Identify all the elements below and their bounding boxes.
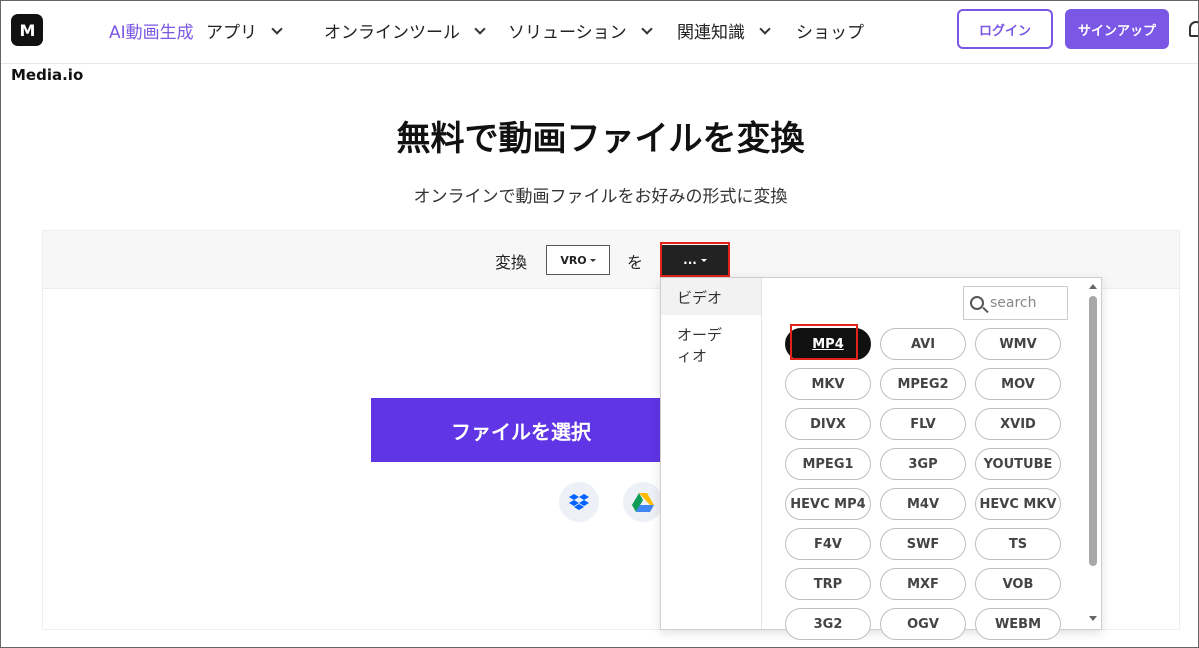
category-video[interactable]: ビデオ xyxy=(661,278,761,315)
signup-button[interactable]: サインアップ xyxy=(1065,9,1169,49)
media-io-logo[interactable]: M xyxy=(11,14,43,46)
to-label: を xyxy=(627,253,644,272)
format-option-3gp[interactable]: 3GP xyxy=(880,448,966,480)
search-icon xyxy=(970,296,984,310)
format-option-swf[interactable]: SWF xyxy=(880,528,966,560)
format-option-avi[interactable]: AVI xyxy=(880,328,966,360)
page-subtitle: オンラインで動画ファイルをお好みの形式に変換 xyxy=(413,187,788,207)
format-option-vob[interactable]: VOB xyxy=(975,568,1061,600)
chevron-down-icon xyxy=(474,22,486,35)
format-option-3g2[interactable]: 3G2 xyxy=(785,608,871,640)
category-list: ビデオ オーディオ xyxy=(661,278,762,629)
format-option-divx[interactable]: DIVX xyxy=(785,408,871,440)
format-option-xvid[interactable]: XVID xyxy=(975,408,1061,440)
format-option-mov[interactable]: MOV xyxy=(975,368,1061,400)
search-placeholder: search xyxy=(990,295,1037,311)
format-option-f4v[interactable]: F4V xyxy=(785,528,871,560)
format-option-mpeg1[interactable]: MPEG1 xyxy=(785,448,871,480)
scroll-down-arrow-icon[interactable] xyxy=(1089,616,1097,621)
format-option-flv[interactable]: FLV xyxy=(880,408,966,440)
format-grid: MP4 AVI WMV MKV MPEG2 MOV DIVX FLV XVID MPEG1 3GP Y… xyxy=(785,328,1061,640)
nav-item-apps[interactable]: アプリ xyxy=(206,18,283,43)
nav-item-label: ソリューション xyxy=(508,23,627,43)
nav-item-label: AI動画生成 xyxy=(109,23,194,43)
format-option-hevc-mkv[interactable]: HEVC MKV xyxy=(975,488,1061,520)
nav-item-knowledge[interactable]: 関連知識 xyxy=(677,18,771,43)
format-option-ts[interactable]: TS xyxy=(975,528,1061,560)
page-frame: M AI動画生成 アプリ オンラインツール ソリューション 関連知識 ショップ … xyxy=(0,0,1199,648)
choose-file-button[interactable]: ファイルを選択 xyxy=(371,398,671,462)
chevron-down-icon xyxy=(641,22,653,35)
login-button[interactable]: ログイン xyxy=(957,9,1053,49)
format-option-m4v[interactable]: M4V xyxy=(880,488,966,520)
format-option-webm[interactable]: WEBM xyxy=(975,608,1061,640)
dropbox-icon xyxy=(569,494,589,510)
google-drive-button[interactable] xyxy=(623,482,663,522)
nav-item-solutions[interactable]: ソリューション xyxy=(508,18,653,43)
bell-icon[interactable] xyxy=(1189,21,1198,37)
page-title: 無料で動画ファイルを変換 xyxy=(396,119,805,159)
scrollbar-thumb[interactable] xyxy=(1089,296,1097,566)
nav-item-label: オンラインツール xyxy=(324,23,460,43)
convert-label: 変換 xyxy=(495,253,528,272)
nav-item-shop[interactable]: ショップ xyxy=(796,18,864,43)
source-format-value: VRO xyxy=(560,253,587,267)
google-drive-icon xyxy=(632,492,654,512)
nav-item-label: ショップ xyxy=(796,23,864,43)
format-option-youtube[interactable]: YOUTUBE xyxy=(975,448,1061,480)
scroll-up-arrow-icon[interactable] xyxy=(1089,284,1097,289)
format-option-hevc-mp4[interactable]: HEVC MP4 xyxy=(785,488,871,520)
chevron-down-icon xyxy=(271,22,283,35)
chevron-down-icon xyxy=(759,22,771,35)
highlight-box xyxy=(790,324,858,360)
format-option-wmv[interactable]: WMV xyxy=(975,328,1061,360)
format-search-input[interactable]: search xyxy=(963,286,1068,320)
dropdown-scrollbar[interactable] xyxy=(1086,282,1100,627)
format-dropdown: ビデオ オーディオ search MP4 AVI WMV MKV MPEG2 MOV DIV… xyxy=(660,277,1102,640)
dropbox-button[interactable] xyxy=(559,482,599,522)
nav-item-label: アプリ xyxy=(206,23,257,43)
format-option-ogv[interactable]: OGV xyxy=(880,608,966,640)
format-option-trp[interactable]: TRP xyxy=(785,568,871,600)
source-format-select[interactable]: VRO xyxy=(546,245,610,275)
nav-item-online-tools[interactable]: オンラインツール xyxy=(324,18,486,43)
highlight-box xyxy=(660,242,730,277)
format-option-mpeg2[interactable]: MPEG2 xyxy=(880,368,966,400)
brand-name: Media.io xyxy=(11,66,84,84)
caret-down-icon xyxy=(589,258,596,262)
nav-item-label: 関連知識 xyxy=(677,23,745,43)
format-option-mxf[interactable]: MXF xyxy=(880,568,966,600)
nav-item-ai-video[interactable]: AI動画生成 xyxy=(109,18,194,43)
format-option-mkv[interactable]: MKV xyxy=(785,368,871,400)
top-navigation: M AI動画生成 アプリ オンラインツール ソリューション 関連知識 ショップ … xyxy=(1,1,1198,64)
category-audio[interactable]: オーディオ xyxy=(661,315,741,373)
